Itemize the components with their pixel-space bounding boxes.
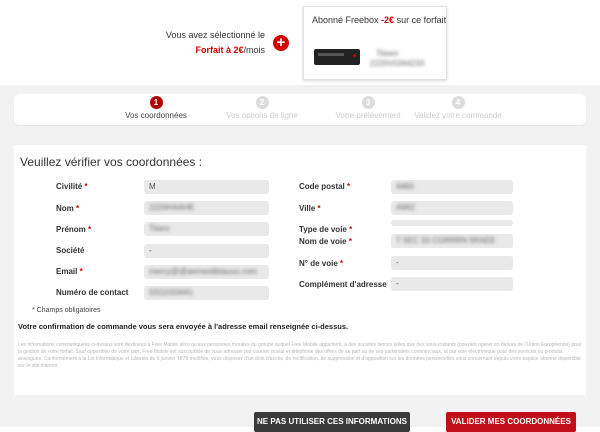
- selected-offer: Vous avez sélectionné le Forfait à 2€/mo…: [125, 28, 265, 58]
- step-number: 2: [255, 96, 269, 109]
- email-label: Email *: [56, 267, 83, 276]
- societe-field[interactable]: -: [144, 244, 269, 258]
- offer-suffix: /mois: [243, 45, 265, 55]
- civilite-field[interactable]: M: [144, 180, 269, 194]
- nom-field[interactable]: 2220HAAHE: [144, 201, 269, 215]
- legal-notice: Les informations communiquées ci-dessus …: [18, 342, 582, 369]
- numero-voie-field[interactable]: -: [391, 256, 513, 270]
- step-number: 3: [361, 96, 375, 109]
- offer-header: Vous avez sélectionné le Forfait à 2€/mo…: [0, 0, 600, 85]
- nom-voie-label: Nom de voie *: [299, 237, 352, 246]
- validate-coordinates-button[interactable]: VALIDER MES COORDONNÉES: [446, 412, 576, 432]
- step-number: 1: [149, 96, 163, 109]
- freebox-image: [314, 49, 360, 65]
- freebox-subscriber-card[interactable]: Abonné Freebox -2€ sur ce forfait Titeer…: [303, 6, 447, 80]
- offer-name: Forfait à 2€: [195, 45, 244, 55]
- decline-info-button[interactable]: NE PAS UTILISER CES INFORMATIONS: [254, 412, 410, 432]
- card-blurred-id: 2220V0344233: [370, 59, 425, 68]
- nom-label: Nom *: [56, 204, 80, 213]
- plus-circle-icon: +: [273, 35, 289, 51]
- prenom-label: Prénom *: [56, 225, 92, 234]
- email-field[interactable]: mercy@@aemestibtauuu.com: [144, 265, 269, 279]
- step-options-ligne: 2 Vos options de ligne: [202, 96, 322, 120]
- page-title: Veuillez vérifier vos coordonnées :: [20, 155, 203, 169]
- prenom-field[interactable]: Tiiwrs: [144, 222, 269, 236]
- required-fields-note: * Champs obligatoires: [32, 307, 101, 314]
- ville-label: Ville *: [299, 204, 321, 213]
- card-discount: -2€: [381, 15, 395, 25]
- confirmation-notice: Votre confirmation de commande vous sera…: [18, 322, 349, 331]
- societe-label: Société: [56, 246, 85, 255]
- code-postal-field[interactable]: 4460: [391, 180, 513, 194]
- step-validation: 4 Validez votre commande: [398, 96, 518, 120]
- card-title: Abonné Freebox -2€ sur ce forfait: [312, 15, 447, 25]
- nom-voie-field[interactable]: T 5EC 33 CGRRRN 5RAEE: [391, 234, 513, 248]
- numero-voie-label: N° de voie *: [299, 259, 344, 268]
- contact-number-label: Numéro de contact: [56, 288, 129, 297]
- step-label: Vos options de ligne: [226, 111, 298, 120]
- civilite-label: Civilité *: [56, 182, 88, 191]
- main-area: 1 Vos coordonnées 2 Vos options de ligne…: [0, 85, 600, 432]
- code-postal-label: Code postal *: [299, 182, 351, 191]
- step-coordonnees: 1 Vos coordonnées: [96, 96, 216, 120]
- contact-number-field[interactable]: 0311033441: [144, 286, 269, 300]
- type-voie-field[interactable]: [391, 220, 513, 226]
- order-stepper: 1 Vos coordonnées 2 Vos options de ligne…: [14, 94, 586, 125]
- complement-adresse-label: Complément d'adresse: [299, 280, 387, 289]
- ville-field[interactable]: AMIZ: [391, 201, 513, 215]
- complement-adresse-field[interactable]: -: [391, 277, 513, 291]
- offer-line1: Vous avez sélectionné le: [165, 30, 265, 40]
- card-blurred-name: Titeerr: [376, 49, 399, 58]
- step-number: 4: [451, 96, 465, 109]
- step-label: Validez votre commande: [414, 111, 502, 120]
- type-voie-label: Type de voie *: [299, 225, 353, 234]
- step-label: Vos coordonnées: [125, 111, 187, 120]
